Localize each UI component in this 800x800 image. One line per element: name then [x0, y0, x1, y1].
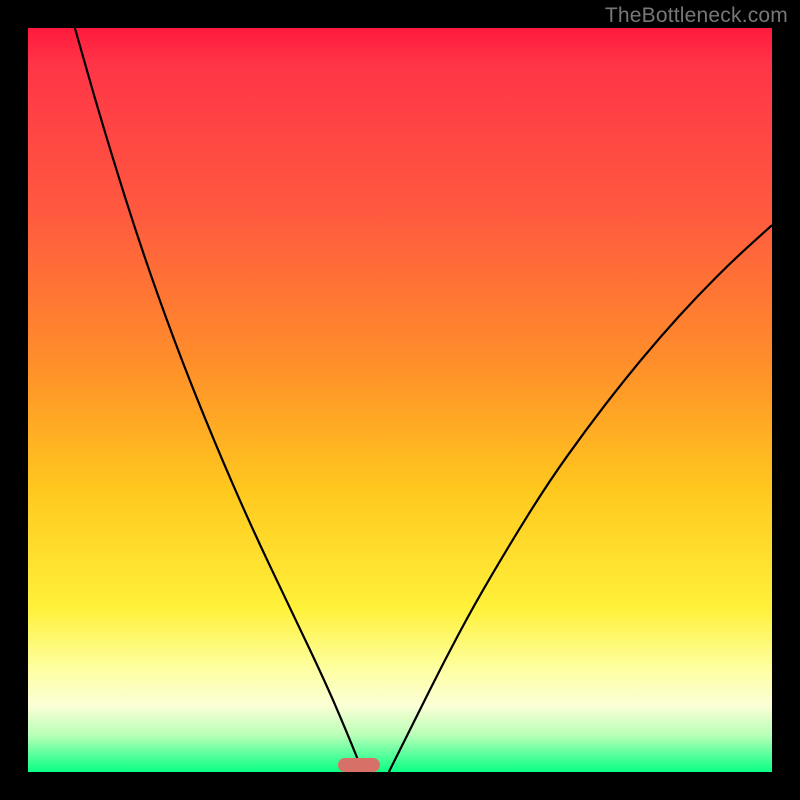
plot-area: [28, 28, 772, 772]
left-branch-curve: [75, 28, 363, 772]
right-branch-curve: [389, 225, 772, 772]
watermark-text: TheBottleneck.com: [605, 4, 788, 28]
curve-overlay: [28, 28, 772, 772]
optimal-zone-marker: [338, 758, 380, 772]
chart-frame: TheBottleneck.com: [0, 0, 800, 800]
